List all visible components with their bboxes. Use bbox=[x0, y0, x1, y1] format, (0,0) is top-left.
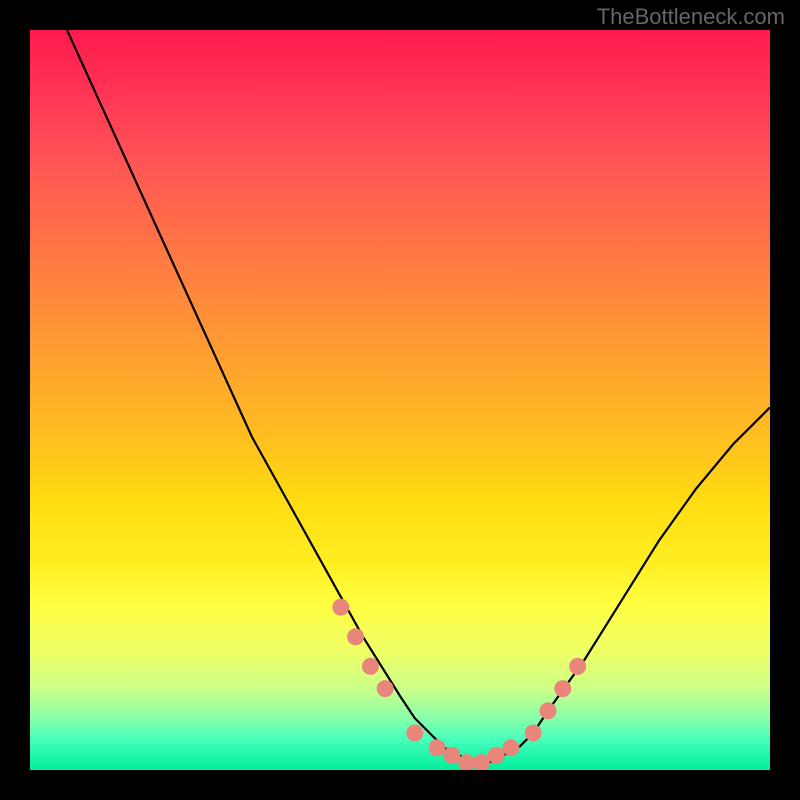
highlight-markers bbox=[332, 599, 586, 770]
marker-dot bbox=[554, 680, 571, 697]
marker-dot bbox=[332, 599, 349, 616]
chart-curve bbox=[30, 30, 770, 770]
marker-dot bbox=[347, 628, 364, 645]
watermark-text: TheBottleneck.com bbox=[597, 4, 785, 30]
marker-dot bbox=[503, 739, 520, 756]
marker-dot bbox=[540, 702, 557, 719]
marker-dot bbox=[569, 658, 586, 675]
marker-dot bbox=[406, 725, 423, 742]
marker-dot bbox=[362, 658, 379, 675]
marker-dot bbox=[473, 754, 490, 770]
marker-dot bbox=[488, 747, 505, 764]
marker-dot bbox=[429, 739, 446, 756]
marker-dot bbox=[443, 747, 460, 764]
curve-path bbox=[67, 30, 770, 763]
marker-dot bbox=[525, 725, 542, 742]
marker-dot bbox=[377, 680, 394, 697]
